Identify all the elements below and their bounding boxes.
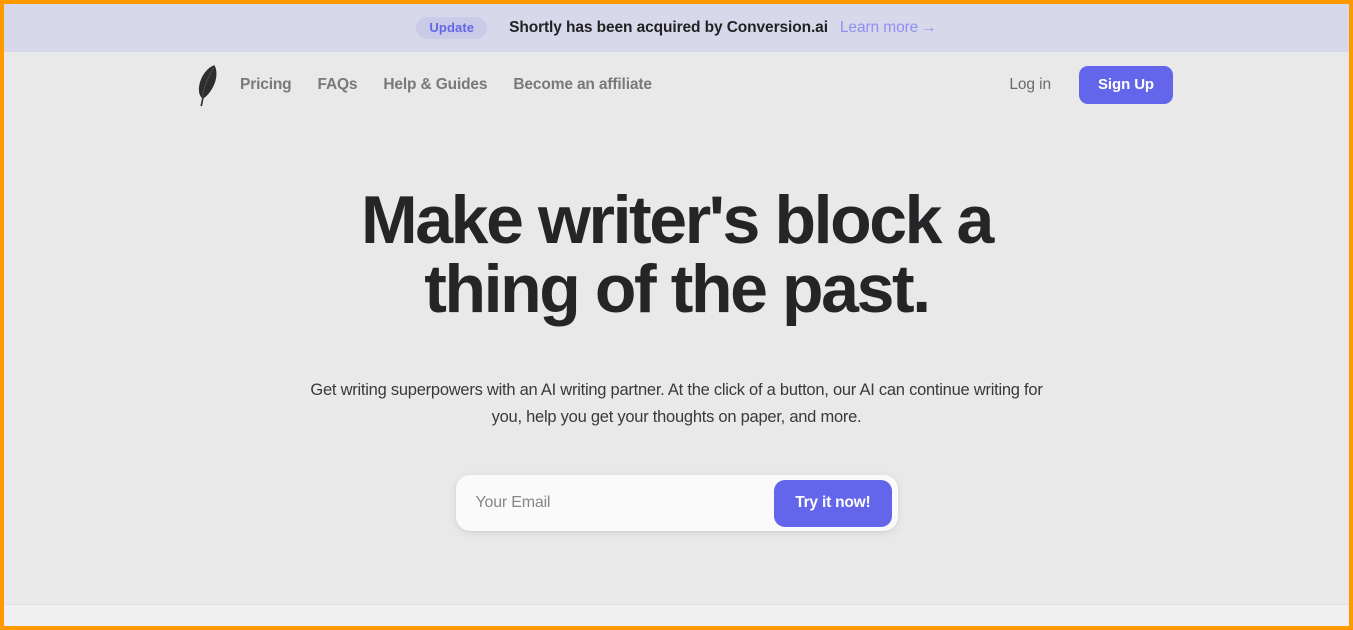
learn-more-label: Learn more bbox=[839, 19, 919, 36]
nav-item-help-and-guides[interactable]: Help & Guides bbox=[383, 76, 487, 94]
hero-section: Make writer's block a thing of the past.… bbox=[4, 118, 1349, 604]
nav-right-group: Log in Sign Up bbox=[1009, 66, 1173, 104]
sign-up-button[interactable]: Sign Up bbox=[1079, 66, 1173, 104]
update-badge: Update bbox=[416, 17, 488, 39]
announcement-banner: Update Shortly has been acquired by Conv… bbox=[4, 4, 1349, 52]
next-section-strip bbox=[4, 604, 1349, 626]
nav-left-group: Pricing FAQs Help & Guides Become an aff… bbox=[190, 62, 652, 108]
nav-links: Pricing FAQs Help & Guides Become an aff… bbox=[240, 76, 652, 94]
browser-viewport: Update Shortly has been acquired by Conv… bbox=[0, 0, 1353, 630]
main-navigation: Pricing FAQs Help & Guides Become an aff… bbox=[4, 52, 1349, 118]
feather-quill-icon bbox=[198, 65, 217, 107]
nav-item-faqs[interactable]: FAQs bbox=[318, 76, 358, 94]
log-in-link[interactable]: Log in bbox=[1009, 76, 1051, 94]
learn-more-link[interactable]: Learn more → bbox=[840, 19, 937, 37]
landing-page: Update Shortly has been acquired by Conv… bbox=[4, 4, 1349, 626]
email-signup-form: Try it now! bbox=[455, 475, 898, 532]
try-it-now-button[interactable]: Try it now! bbox=[774, 479, 892, 527]
arrow-right-icon: → bbox=[921, 19, 937, 36]
hero-subtitle: Get writing superpowers with an AI writi… bbox=[310, 380, 1043, 426]
announcement-message: Shortly has been acquired by Conversion.… bbox=[509, 19, 828, 36]
nav-item-become-an-affiliate[interactable]: Become an affiliate bbox=[513, 76, 652, 94]
hero-title: Make writer's block a thing of the past. bbox=[361, 182, 994, 328]
announcement-content: Update Shortly has been acquired by Conv… bbox=[416, 17, 937, 39]
email-input[interactable] bbox=[455, 475, 775, 532]
feather-quill-logo[interactable] bbox=[190, 62, 224, 108]
nav-item-pricing[interactable]: Pricing bbox=[240, 76, 292, 94]
